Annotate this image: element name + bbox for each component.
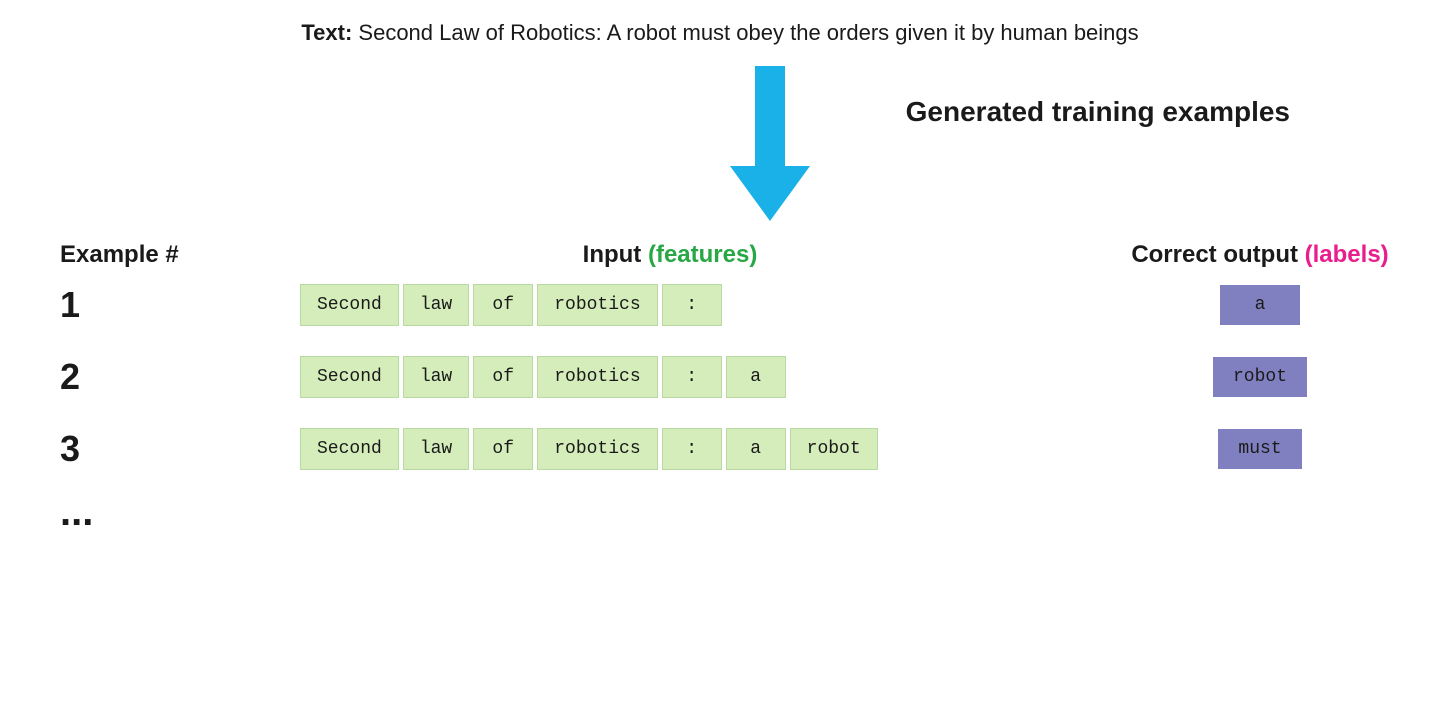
table-row: 1 Second law of robotics : a (40, 284, 1400, 326)
token: robot (790, 428, 878, 470)
features-label: (features) (648, 241, 757, 268)
token: robotics (537, 284, 657, 326)
table-row: 3 Second law of robotics : a robot must (40, 428, 1400, 470)
input-tokens-2: Second law of robotics : a (220, 356, 1120, 398)
token: : (662, 284, 722, 326)
token: : (662, 428, 722, 470)
header-content: Second Law of Robotics: A robot must obe… (358, 20, 1138, 45)
page-container: Text: Second Law of Robotics: A robot mu… (0, 0, 1440, 717)
output-token-container-3: must (1120, 429, 1400, 469)
arrow-head (730, 166, 810, 221)
token: Second (300, 356, 399, 398)
table-row: 2 Second law of robotics : a robot (40, 356, 1400, 398)
output-token-2: robot (1213, 357, 1307, 397)
token: of (473, 428, 533, 470)
token: robotics (537, 356, 657, 398)
output-token-container-2: robot (1120, 357, 1400, 397)
arrow-container (730, 66, 810, 221)
input-label: Input (583, 241, 648, 268)
column-header-output: Correct output (labels) (1120, 241, 1400, 269)
column-header-example: Example # (60, 241, 220, 269)
example-number-2: 2 (60, 356, 220, 398)
token: a (726, 428, 786, 470)
token: robotics (537, 428, 657, 470)
token: a (726, 356, 786, 398)
input-tokens-3: Second law of robotics : a robot (220, 428, 1120, 470)
header-text: Text: Second Law of Robotics: A robot mu… (301, 20, 1138, 46)
token: : (662, 356, 722, 398)
table-header: Example # Input (features) Correct outpu… (40, 241, 1400, 269)
token: law (403, 284, 469, 326)
labels-label: (labels) (1305, 241, 1389, 268)
text-prefix: Text: (301, 20, 352, 45)
token: law (403, 428, 469, 470)
column-header-input: Input (features) (220, 241, 1120, 269)
ellipsis: ... (40, 490, 1400, 535)
output-token-1: a (1220, 285, 1300, 325)
token: of (473, 284, 533, 326)
token: law (403, 356, 469, 398)
token: Second (300, 284, 399, 326)
input-tokens-1: Second law of robotics : (220, 284, 1120, 326)
output-token-3: must (1218, 429, 1301, 469)
example-number-3: 3 (60, 428, 220, 470)
table-section: Example # Input (features) Correct outpu… (0, 241, 1440, 535)
token: of (473, 356, 533, 398)
arrow-shaft (755, 66, 785, 166)
arrow-section: Generated training examples (0, 66, 1440, 221)
output-token-container-1: a (1120, 285, 1400, 325)
token: Second (300, 428, 399, 470)
example-number-1: 1 (60, 284, 220, 326)
output-label: Correct output (1131, 241, 1304, 268)
generated-label: Generated training examples (906, 96, 1290, 128)
